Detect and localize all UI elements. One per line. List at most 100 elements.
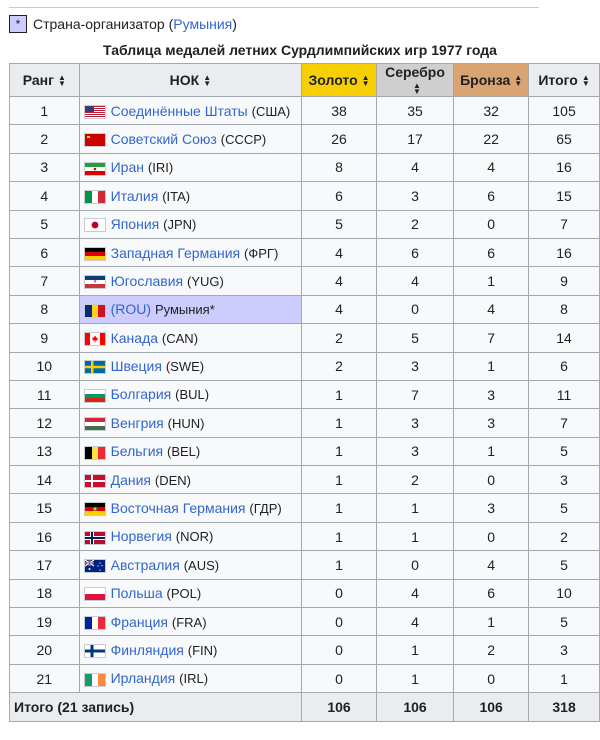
rank-cell: 10 <box>9 351 80 381</box>
sort-icon[interactable]: ▲ ▼ <box>413 82 421 96</box>
silver-cell: 1 <box>375 663 455 694</box>
sort-icon[interactable]: ▲ ▼ <box>362 74 370 88</box>
country-link[interactable]: Советский Союз <box>111 131 217 147</box>
country-link[interactable]: Швеция <box>111 358 162 374</box>
total-cell: 16 <box>528 237 600 268</box>
bronze-cell: 1 <box>453 607 530 637</box>
table-row: 13 Бельгия (BEL) 1 3 1 5 <box>9 436 600 467</box>
silver-cell: 0 <box>375 550 455 580</box>
country-code: (BUL) <box>175 387 210 403</box>
rank-cell: 4 <box>9 181 80 211</box>
header-rank[interactable]: Ранг ▲ ▼ <box>9 63 80 97</box>
country-link[interactable]: Бельгия <box>111 443 163 459</box>
rank-cell: 14 <box>9 465 80 495</box>
table-row: 12 Венгрия (HUN) 1 3 3 7 <box>9 408 600 438</box>
total-cell: 8 <box>528 294 600 325</box>
silver-cell: 2 <box>375 465 455 495</box>
country-code: (BEL) <box>166 444 201 460</box>
header-noc[interactable]: НОК ▲ ▼ <box>78 63 303 97</box>
sort-icon[interactable]: ▲ ▼ <box>203 74 211 88</box>
gold-cell: 1 <box>301 465 377 495</box>
header-gold[interactable]: Золото ▲ ▼ <box>301 63 377 97</box>
country-code: (DEN) <box>154 472 192 488</box>
noc-cell: Канада (CAN) <box>78 323 303 353</box>
gold-cell: 4 <box>301 266 377 296</box>
country-link[interactable]: Венгрия <box>111 415 164 431</box>
total-cell: 11 <box>528 379 600 410</box>
noc-cell: Норвегия (NOR) <box>78 521 303 552</box>
country-link[interactable]: Югославия <box>111 273 184 289</box>
country-link[interactable]: Дания <box>111 472 151 488</box>
noc-cell: Дания (DEN) <box>78 465 303 495</box>
sort-icon[interactable]: ▲ ▼ <box>58 74 66 88</box>
host-swatch: * <box>9 15 27 33</box>
country-code: (FIN) <box>187 642 218 658</box>
bronze-cell: 6 <box>453 237 530 268</box>
table-row: 20 Финляндия (FIN) 0 1 2 3 <box>9 635 600 665</box>
country-link[interactable]: Австралия <box>111 557 180 573</box>
table-row: 14 Дания (DEN) 1 2 0 3 <box>9 465 600 495</box>
bronze-cell: 6 <box>453 578 530 609</box>
table-row: 17 Австралия (AUS) 1 0 4 5 <box>9 550 600 580</box>
flag-ussr-icon <box>83 133 106 148</box>
header-silver[interactable]: Серебро ▲ ▼ <box>375 63 455 97</box>
noc-cell: Финляндия (FIN) <box>78 635 303 665</box>
flag-italy-icon <box>83 190 106 205</box>
header-bronze[interactable]: Бронза ▲ ▼ <box>453 63 530 97</box>
country-link[interactable]: Восточная Германия <box>111 500 246 516</box>
rank-cell: 18 <box>9 578 80 609</box>
country-link[interactable]: Иран <box>111 159 144 175</box>
country-link[interactable]: Финляндия <box>111 642 184 658</box>
gold-cell: 6 <box>301 181 377 211</box>
sort-icon[interactable]: ▲ ▼ <box>514 74 522 88</box>
flag-denmark-icon <box>83 473 106 488</box>
silver-cell: 1 <box>375 521 455 552</box>
noc-cell: Бельгия (BEL) <box>78 436 303 467</box>
country-link[interactable]: Норвегия <box>111 528 172 544</box>
flag-france-icon <box>83 615 106 630</box>
rank-cell: 21 <box>9 663 80 694</box>
country-link[interactable]: (ROU) <box>111 301 151 317</box>
legend-host-link[interactable]: Румыния <box>173 16 232 32</box>
country-link[interactable]: Япония <box>111 216 160 232</box>
total-cell: 3 <box>528 635 600 665</box>
bronze-cell: 4 <box>453 152 530 183</box>
flag-west-germany-icon <box>83 246 106 261</box>
noc-cell: (ROU) Румыния* <box>78 294 303 325</box>
total-cell: 5 <box>528 550 600 580</box>
gold-cell: 1 <box>301 550 377 580</box>
country-link[interactable]: Западная Германия <box>111 245 241 261</box>
top-divider <box>9 7 539 8</box>
country-code: (JPN) <box>163 217 197 233</box>
sort-icon[interactable]: ▲ ▼ <box>582 74 590 88</box>
silver-cell: 4 <box>375 152 455 183</box>
gold-cell: 1 <box>301 521 377 552</box>
table-row: 9 Канада (CAN) 2 5 7 14 <box>9 323 600 353</box>
country-link[interactable]: Франция <box>111 614 168 630</box>
country-link[interactable]: Соединённые Штаты <box>111 103 248 119</box>
noc-cell: Соединённые Штаты (США) <box>78 95 303 126</box>
silver-cell: 4 <box>375 266 455 296</box>
bronze-cell: 0 <box>453 521 530 552</box>
table-row: 2 Советский Союз (СССР) 26 17 22 65 <box>9 124 600 154</box>
country-link[interactable]: Польша <box>111 585 163 601</box>
country-link[interactable]: Болгария <box>111 386 172 402</box>
country-link[interactable]: Канада <box>111 330 158 346</box>
flag-ireland-icon <box>83 672 106 687</box>
legend-close: ) <box>232 16 237 32</box>
header-total[interactable]: Итого ▲ ▼ <box>528 63 600 97</box>
country-link[interactable]: Ирландия <box>111 670 176 686</box>
noc-cell: Югославия (YUG) <box>78 266 303 296</box>
silver-cell: 1 <box>375 493 455 523</box>
gold-cell: 1 <box>301 408 377 438</box>
gold-cell: 5 <box>301 209 377 239</box>
noc-cell: Советский Союз (СССР) <box>78 124 303 154</box>
country-link[interactable]: Италия <box>111 188 159 204</box>
gold-cell: 4 <box>301 294 377 325</box>
total-cell: 15 <box>528 181 600 211</box>
flag-iran-icon <box>83 161 106 176</box>
flag-hungary-icon <box>83 417 106 432</box>
table-row: 3 Иран (IRI) 8 4 4 16 <box>9 152 600 183</box>
country-code: (ITA) <box>162 188 191 204</box>
bronze-cell: 3 <box>453 493 530 523</box>
